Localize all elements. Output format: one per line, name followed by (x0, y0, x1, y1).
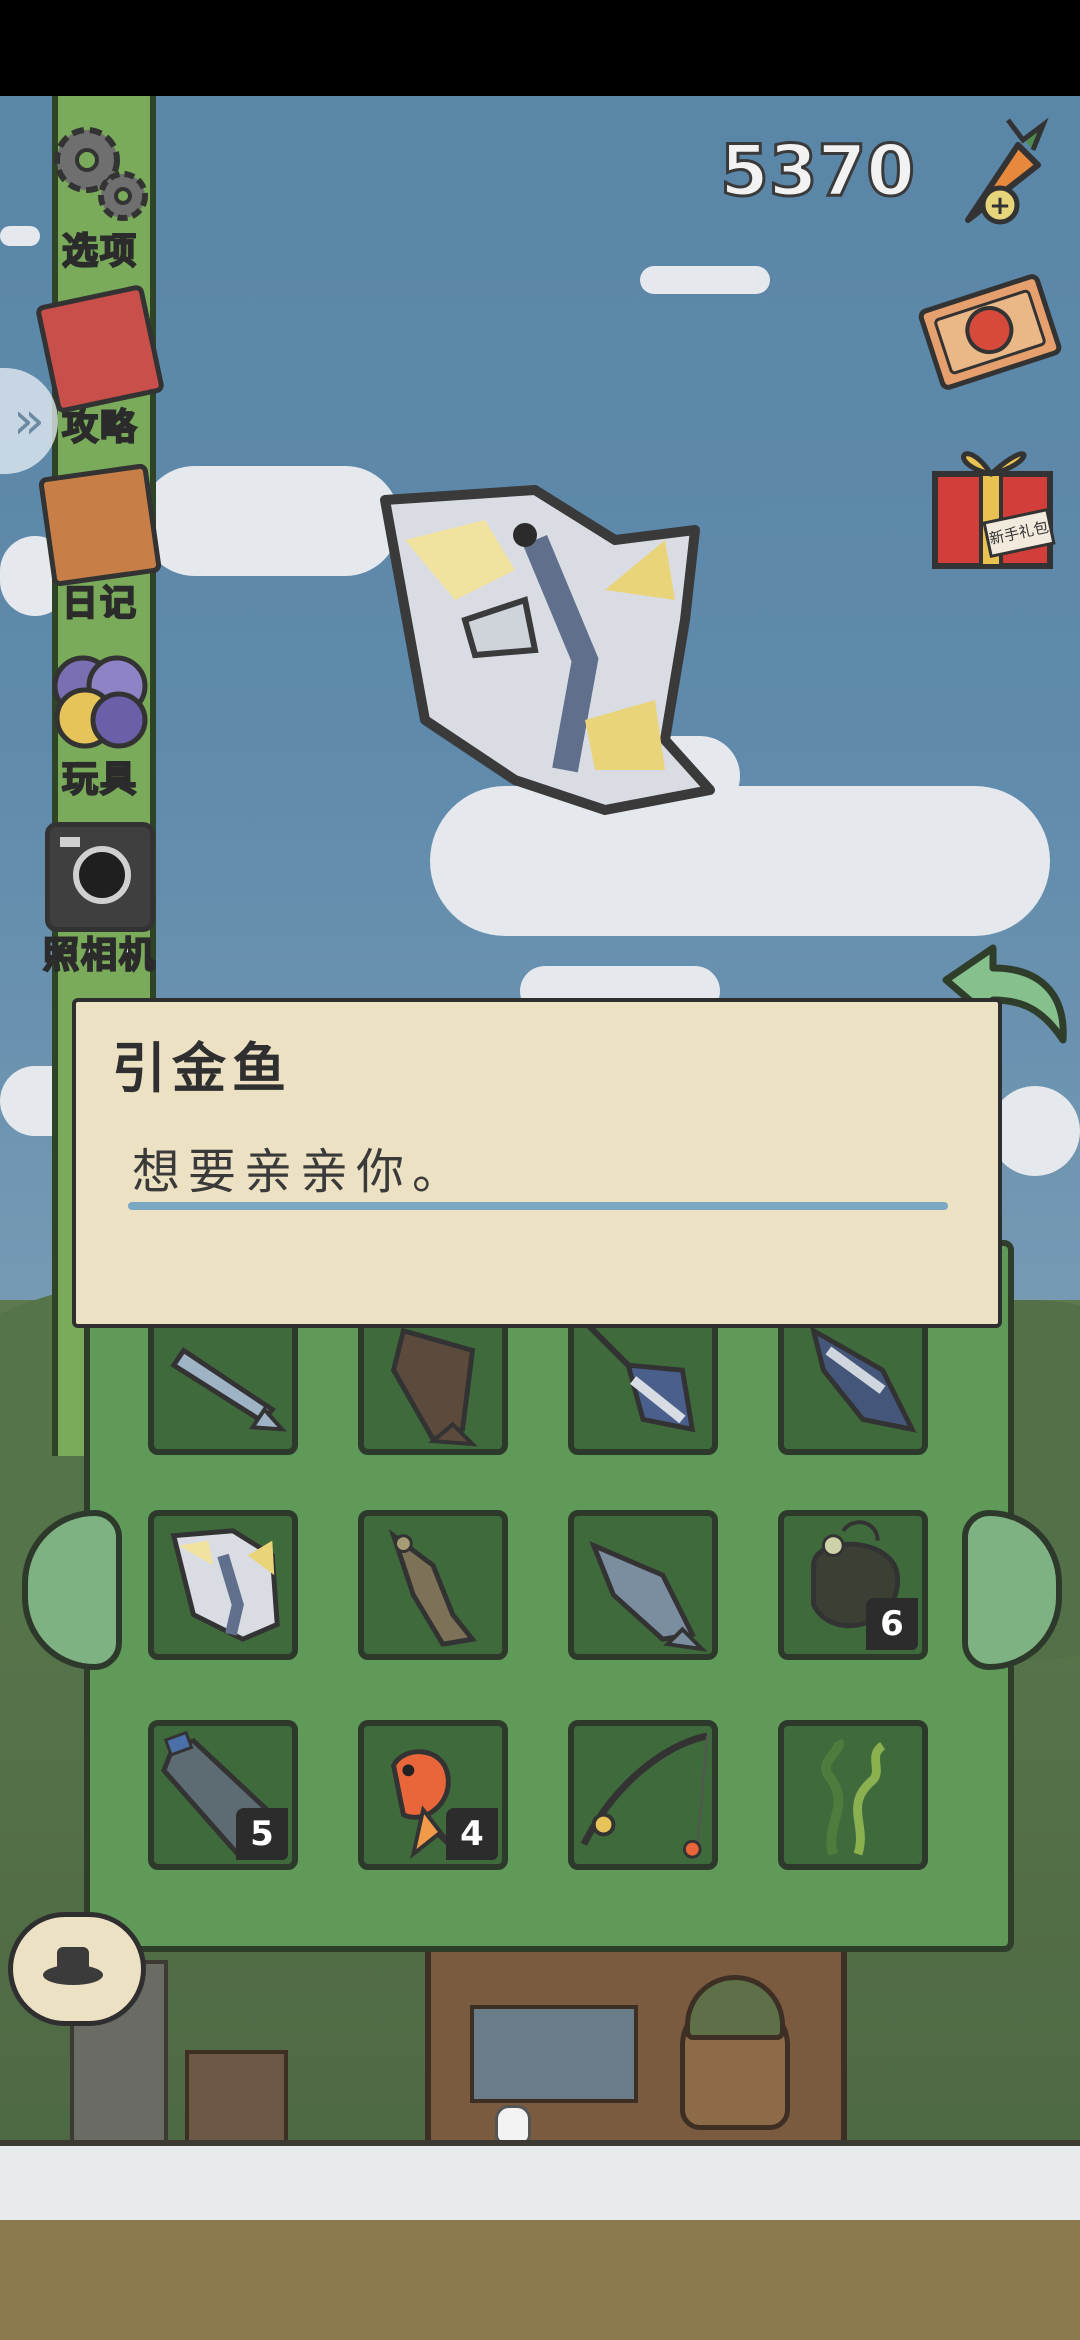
featured-fish (365, 480, 725, 840)
fish-description: 想要亲亲你。 (132, 1144, 469, 1200)
sidebar-item-diary[interactable]: 日记 (30, 462, 170, 626)
collection-slot[interactable] (568, 1510, 718, 1660)
collection-slot[interactable]: 6 (778, 1510, 928, 1660)
collection-slot[interactable]: 5 (148, 1720, 298, 1870)
item-count-badge: 6 (866, 1598, 918, 1650)
item-count-badge: 4 (446, 1808, 498, 1860)
fish-name: 引金鱼 (112, 1037, 292, 1100)
carrot-count: 5370 (719, 129, 917, 214)
sidebar-item-camera[interactable]: 照相机 (30, 822, 170, 978)
cabin-notice-board (470, 2005, 638, 2103)
cloud (990, 1086, 1080, 1176)
collection-slot[interactable] (568, 1720, 718, 1870)
gift-box-icon: 新手礼包 (932, 451, 1056, 569)
bunny-character[interactable] (495, 2105, 531, 2145)
cloud (640, 266, 770, 294)
toy-balls-icon (45, 646, 155, 756)
carp-icon (388, 1529, 477, 1647)
collection-slot[interactable] (778, 1720, 928, 1870)
sidebar-item-toys[interactable]: 玩具 (30, 646, 170, 802)
dialog-underline (128, 1202, 948, 1210)
sidebar-item-label: 日记 (61, 582, 138, 625)
sidebar-item-options[interactable]: 选项 (30, 118, 170, 274)
ticket-button[interactable] (915, 272, 1065, 392)
cloud (140, 466, 400, 576)
tuna-icon (809, 1325, 917, 1433)
gear-icon (45, 118, 155, 228)
camera-icon (45, 822, 155, 932)
starter-gift-button[interactable]: 新手礼包 (925, 434, 1060, 574)
sardine-icon (170, 1347, 287, 1432)
flounder-icon (390, 1327, 478, 1447)
ticket-icon (918, 274, 1062, 390)
dirt-ground (0, 2220, 1080, 2340)
hat-bubble-button[interactable] (8, 1912, 146, 2026)
fishing-rod-icon (580, 1732, 709, 1859)
double-chevron-right-icon: » (13, 391, 45, 451)
swordfish-icon (581, 1318, 696, 1433)
hat-icon (43, 1947, 103, 1985)
add-carrots-button[interactable]: + (948, 110, 1058, 230)
carrot-add-icon: + (965, 117, 1049, 225)
triggerfish-icon (170, 1528, 280, 1642)
sidebar-item-label: 选项 (61, 230, 138, 273)
small-house (185, 2050, 288, 2153)
sidebar-item-label: 照相机 (42, 934, 157, 977)
status-bar (0, 0, 1080, 96)
collection-slot[interactable] (148, 1510, 298, 1660)
svg-text:+: + (989, 191, 1011, 221)
seaweed-icon (821, 1738, 886, 1856)
sidebar-item-label: 玩具 (61, 758, 138, 801)
fish-info-dialog[interactable]: 引金鱼 想要亲亲你。 (72, 998, 1002, 1328)
triggerfish-icon (380, 485, 715, 815)
game-screen: 选项 攻略 日记 玩具 照相机 » 5370 + 新手礼包 6 5 4 引金鱼 … (0, 0, 1080, 2340)
collection-slot[interactable]: 4 (358, 1720, 508, 1870)
collection-slot[interactable] (358, 1510, 508, 1660)
guide-book-icon (34, 283, 166, 415)
diary-icon (37, 462, 163, 588)
salmon-icon (589, 1540, 708, 1652)
item-count-badge: 5 (236, 1808, 288, 1860)
